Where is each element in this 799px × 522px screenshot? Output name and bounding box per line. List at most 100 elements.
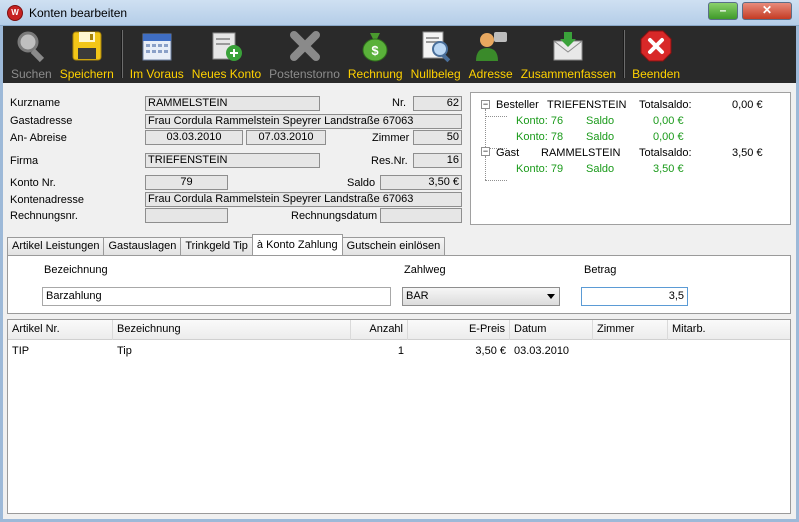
col-bezeichnung[interactable]: Bezeichnung — [113, 320, 351, 340]
tab-gastauslagen[interactable]: Gastauslagen — [103, 237, 182, 255]
items-grid[interactable]: Artikel Nr. Bezeichnung Anzahl E-Preis D… — [7, 319, 791, 514]
tree-konto-saldo: 3,50 € — [653, 163, 684, 175]
cell-bezeichnung: Tip — [117, 345, 132, 357]
tab-gutschein[interactable]: Gutschein einlösen — [341, 237, 446, 255]
rechnungsdatum-label: Rechnungsdatum — [291, 210, 378, 222]
cancel-item-button-label: Postenstorno — [269, 67, 340, 81]
summarize-button-label: Zusammenfassen — [520, 67, 617, 81]
chevron-down-icon — [547, 294, 555, 299]
tree-besteller-role[interactable]: Besteller — [496, 99, 539, 111]
account-tree[interactable]: − Besteller TRIEFENSTEIN Totalsaldo: 0,0… — [470, 92, 791, 225]
exit-button[interactable]: Beenden — [628, 26, 684, 83]
toolbar-separator — [120, 30, 123, 78]
calendar-icon — [139, 29, 175, 63]
nr-label: Nr. — [392, 97, 407, 109]
col-anzahl[interactable]: Anzahl — [351, 320, 408, 340]
invoice-button-label: Rechnung — [347, 67, 403, 81]
in-advance-button[interactable]: Im Voraus — [126, 26, 188, 83]
nr-field: 62 — [413, 96, 462, 111]
saldo-label: Saldo — [347, 177, 376, 189]
gast-collapse-icon[interactable]: − — [481, 147, 490, 156]
cancel-x-icon — [287, 29, 323, 63]
new-account-button-label: Neues Konto — [191, 67, 262, 81]
app-logo-icon: W — [7, 5, 23, 21]
rechnungsnr-label: Rechnungsnr. — [10, 210, 78, 222]
payment-panel: Bezeichnung Barzahlung Zahlweg BAR Betra… — [7, 255, 791, 314]
firma-label: Firma — [10, 155, 39, 167]
new-account-button[interactable]: Neues Konto — [188, 26, 265, 83]
kurzname-label: Kurzname — [10, 97, 61, 109]
tab-trinkgeld[interactable]: Trinkgeld Tip — [180, 237, 253, 255]
person-icon — [473, 29, 509, 63]
gastadresse-field: Frau Cordula Rammelstein Speyrer Landstr… — [145, 114, 462, 129]
address-button-label: Adresse — [468, 67, 513, 81]
anreise-field: 03.03.2010 — [145, 130, 243, 145]
col-datum[interactable]: Datum — [510, 320, 593, 340]
toolbar: Suchen Speichern Im Voraus Neues Konto P… — [3, 26, 796, 83]
tree-konto-item[interactable]: Konto: 76 — [516, 115, 563, 127]
in-advance-button-label: Im Voraus — [129, 67, 184, 81]
betrag-input[interactable]: 3,5 — [581, 287, 688, 306]
kurzname-field: RAMMELSTEIN — [145, 96, 320, 111]
toolbar-separator — [623, 30, 626, 78]
zimmer-label: Zimmer — [372, 132, 410, 144]
resnr-label: Res.Nr. — [371, 155, 408, 167]
tree-konto-item[interactable]: Konto: 78 — [516, 131, 563, 143]
exit-button-label: Beenden — [632, 67, 681, 81]
search-button[interactable]: Suchen — [7, 26, 56, 83]
save-button[interactable]: Speichern — [56, 26, 118, 83]
tree-besteller-total: 0,00 € — [732, 99, 763, 111]
betrag-label: Betrag — [584, 264, 617, 276]
tab-strip: Artikel Leistungen Gastauslagen Trinkgel… — [7, 234, 446, 255]
tree-konto-saldo-label: Saldo — [586, 163, 615, 175]
table-row[interactable]: TIP Tip 1 3,50 € 03.03.2010 — [8, 342, 790, 360]
client-area: Kurzname RAMMELSTEIN Nr. 62 Gastadresse … — [3, 83, 796, 519]
konto-nr-field: 79 — [145, 175, 228, 190]
tree-konto-saldo-label: Saldo — [586, 131, 615, 143]
bezeichnung-input[interactable]: Barzahlung — [42, 287, 391, 306]
invoice-button[interactable]: $ Rechnung — [344, 26, 407, 83]
minimize-button[interactable]: – — [708, 2, 738, 20]
tree-konto-saldo: 0,00 € — [653, 115, 684, 127]
tree-konto-item[interactable]: Konto: 79 — [516, 163, 563, 175]
floppy-disk-icon — [69, 29, 105, 63]
close-window-button[interactable]: ✕ — [742, 2, 792, 20]
save-button-label: Speichern — [59, 67, 114, 81]
cell-mitarb — [668, 342, 790, 360]
zero-receipt-button[interactable]: Nullbeleg — [407, 26, 465, 83]
zahlweg-value: BAR — [406, 290, 429, 302]
abreise-field: 07.03.2010 — [246, 130, 326, 145]
col-mitarb[interactable]: Mitarb. — [668, 320, 790, 340]
zero-receipt-button-label: Nullbeleg — [410, 67, 461, 81]
tree-gast-name[interactable]: RAMMELSTEIN — [541, 147, 620, 159]
window-title: Konten bearbeiten — [29, 6, 128, 20]
cell-anzahl: 1 — [397, 345, 404, 357]
tree-konto-saldo-label: Saldo — [586, 115, 615, 127]
envelope-download-icon — [550, 29, 586, 63]
zimmer-field: 50 — [413, 130, 462, 145]
summarize-button[interactable]: Zusammenfassen — [517, 26, 620, 83]
resnr-field: 16 — [413, 153, 462, 168]
cancel-item-button[interactable]: Postenstorno — [265, 26, 344, 83]
col-zimmer[interactable]: Zimmer — [593, 320, 668, 340]
tab-a-konto-zahlung[interactable]: à Konto Zahlung — [251, 234, 343, 255]
tab-artikel-leistungen[interactable]: Artikel Leistungen — [7, 237, 105, 255]
search-button-label: Suchen — [11, 67, 52, 81]
cell-artikel-nr: TIP — [12, 345, 30, 357]
an-abreise-label: An- Abreise — [10, 132, 67, 144]
magnifier-icon — [13, 29, 49, 63]
tree-gast-total: 3,50 € — [732, 147, 763, 159]
tree-konto-saldo: 0,00 € — [653, 131, 684, 143]
tree-gast-total-label: Totalsaldo: — [639, 147, 692, 159]
cell-datum: 03.03.2010 — [514, 345, 570, 357]
address-button[interactable]: Adresse — [465, 26, 517, 83]
title-bar: W Konten bearbeiten – ✕ — [0, 0, 799, 26]
tree-besteller-name[interactable]: TRIEFENSTEIN — [547, 99, 626, 111]
saldo-field: 3,50 € — [380, 175, 462, 190]
kontenadresse-label: Kontenadresse — [10, 194, 84, 206]
besteller-collapse-icon[interactable]: − — [481, 100, 490, 109]
col-e-preis[interactable]: E-Preis — [408, 320, 510, 340]
col-artikel-nr[interactable]: Artikel Nr. — [8, 320, 113, 340]
tree-gast-role[interactable]: Gast — [496, 147, 519, 159]
zahlweg-select[interactable]: BAR — [402, 287, 560, 306]
